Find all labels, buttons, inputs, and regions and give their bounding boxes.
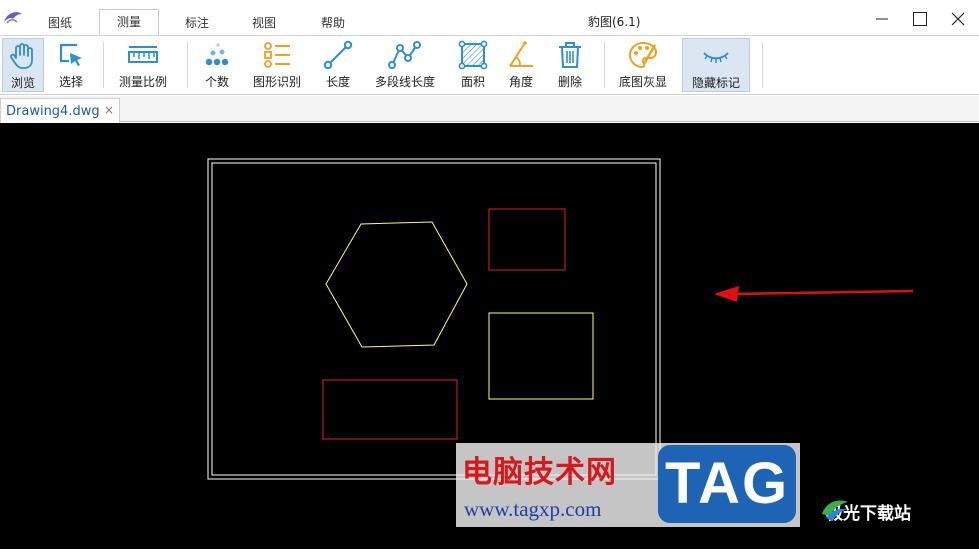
trash-icon (559, 42, 581, 68)
shape-recognition-tool-label: 图形识别 (252, 75, 301, 89)
hexagon-shape[interactable] (325, 221, 468, 348)
closed-eye-icon (703, 52, 729, 63)
document-tab-bar: Drawing4.dwg × (0, 96, 979, 123)
title-bar: 图纸 测量 标注 视图 帮助 豹图(6.1) (0, 0, 979, 36)
polyline-length-icon (388, 41, 421, 69)
length-tool-label: 长度 (325, 75, 350, 89)
measure-scale-tool-label: 测量比例 (118, 75, 167, 89)
document-tab[interactable]: Drawing4.dwg × (0, 98, 120, 123)
red-rectangle-top[interactable] (488, 208, 566, 271)
maximize-button[interactable] (900, 5, 940, 33)
angle-icon (509, 41, 533, 67)
ribbon-separator (187, 42, 188, 88)
hide-marks-tool-label: 隐藏标记 (691, 76, 740, 90)
menu-tab-drawings[interactable]: 图纸 (40, 11, 80, 35)
ribbon-separator (604, 42, 605, 88)
drawing-frame-outer (207, 158, 661, 480)
browse-tool-label: 浏览 (10, 76, 35, 90)
red-rectangle-bottom[interactable] (322, 379, 458, 440)
length-tool-button[interactable]: 长度 (318, 38, 358, 92)
document-tab-close-icon[interactable]: × (104, 103, 114, 117)
polyline-length-tool-button[interactable]: 多段线长度 (372, 38, 438, 92)
ribbon-toolbar: 浏览 选择 测量比例 个数 图形识别 长度 多段线长度 面积 角度 删除 底图灰… (0, 35, 979, 95)
menu-tab-measure[interactable]: 测量 (99, 9, 159, 35)
area-tool-button[interactable]: 面积 (454, 38, 492, 92)
window-title: 豹图(6.1) (588, 15, 641, 29)
menu-tab-help[interactable]: 帮助 (313, 11, 353, 35)
select-tool-label: 选择 (58, 75, 83, 89)
close-icon (951, 12, 965, 26)
minimize-button[interactable] (862, 5, 902, 33)
select-cursor-icon (59, 43, 82, 66)
tag-logo: TAG (658, 445, 796, 523)
select-tool-button[interactable]: 选择 (50, 38, 92, 92)
menu-tab-view[interactable]: 视图 (244, 11, 284, 35)
area-tool-label: 面积 (460, 75, 485, 89)
ribbon-separator (762, 42, 763, 88)
ribbon-separator (103, 42, 104, 88)
yellow-rectangle[interactable] (488, 312, 594, 400)
site-watermark: 电脑技术网 www.tagxp.com TAG (456, 443, 800, 527)
palette-icon (628, 41, 658, 69)
measure-scale-tool-button[interactable]: 测量比例 (115, 38, 171, 92)
drawing-frame-inner (211, 162, 657, 476)
count-tool-button[interactable]: 个数 (197, 38, 237, 92)
hand-icon (10, 43, 33, 69)
delete-tool-button[interactable]: 删除 (551, 38, 589, 92)
area-icon (458, 40, 488, 70)
site-watermark-title: 电脑技术网 (462, 455, 617, 490)
angle-tool-button[interactable]: 角度 (502, 38, 540, 92)
brand-logo-icon (822, 500, 848, 521)
length-icon (323, 40, 353, 70)
base-gray-tool-label: 底图灰显 (618, 75, 667, 89)
red-arrow-annotation (714, 286, 914, 302)
ruler-icon (128, 46, 158, 63)
browse-tool-button[interactable]: 浏览 (2, 38, 44, 92)
angle-tool-label: 角度 (508, 75, 533, 89)
minimize-icon (876, 18, 888, 20)
close-window-button[interactable] (938, 5, 978, 33)
delete-tool-label: 删除 (557, 75, 582, 89)
hide-marks-tool-button[interactable]: 隐藏标记 (682, 38, 750, 92)
base-gray-tool-button[interactable]: 底图灰显 (615, 38, 671, 92)
shape-recognition-icon (264, 42, 290, 68)
shape-recognition-tool-button[interactable]: 图形识别 (250, 38, 304, 92)
count-tool-label: 个数 (204, 75, 229, 89)
site-watermark-url: www.tagxp.com (464, 497, 602, 521)
document-tab-name: Drawing4.dwg (6, 104, 100, 119)
maximize-icon (913, 12, 927, 26)
polyline-length-tool-label: 多段线长度 (374, 75, 435, 89)
brand-watermark: 极光下载站 (820, 496, 911, 526)
app-logo-icon (4, 12, 22, 24)
menu-tab-annotate[interactable]: 标注 (177, 11, 217, 35)
count-dots-icon (205, 43, 229, 66)
